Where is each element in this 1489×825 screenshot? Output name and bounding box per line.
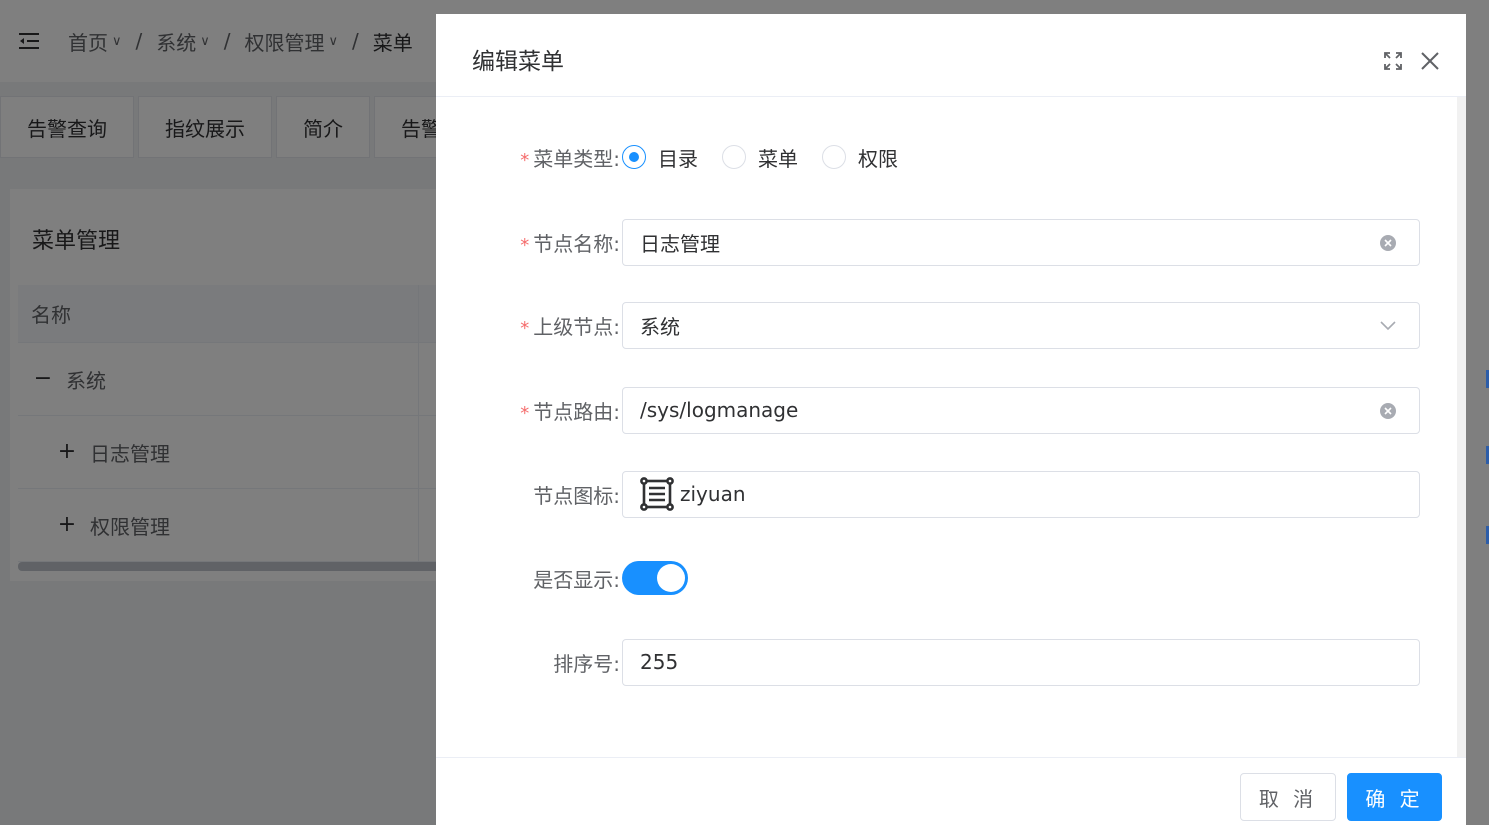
form-item-menu-type: * 菜单类型: 目录 菜单 权限 <box>436 133 1466 181</box>
required-mark: * <box>520 234 530 256</box>
node-name-value: 日志管理 <box>640 231 720 256</box>
radio-menu[interactable]: 菜单 <box>722 143 798 172</box>
form-item-node-icon: 节点图标: ziyuan <box>436 470 1466 518</box>
dialog-header: 编辑菜单 <box>436 14 1466 97</box>
form-item-node-name: * 节点名称: 日志管理 <box>436 218 1466 266</box>
ziyuan-icon <box>640 477 674 511</box>
node-icon-value: ziyuan <box>680 482 746 506</box>
menu-type-radio-group: 目录 菜单 权限 <box>622 133 922 181</box>
sort-order-value: 255 <box>640 650 679 674</box>
parent-node-label: * 上级节点: <box>520 314 620 339</box>
radio-unchecked-icon <box>722 145 746 169</box>
node-icon-picker[interactable]: ziyuan <box>622 470 1420 518</box>
parent-node-select[interactable]: 系统 <box>622 301 1420 349</box>
required-mark: * <box>520 149 530 171</box>
node-route-label: * 节点路由: <box>520 399 620 424</box>
form-item-sort-order: 排序号: 255 <box>436 638 1466 686</box>
menu-type-label: * 菜单类型: <box>520 146 620 171</box>
sort-order-input[interactable]: 255 <box>622 638 1420 686</box>
required-mark: * <box>520 317 530 339</box>
form-item-visible: 是否显示: <box>436 554 1466 602</box>
cancel-button[interactable]: 取 消 <box>1240 773 1336 821</box>
toggle-knob <box>657 564 685 592</box>
sort-order-label: 排序号: <box>553 651 620 676</box>
visible-label: 是否显示: <box>533 567 620 592</box>
edit-menu-dialog: 编辑菜单 * 菜单类型: 目录 菜单 权限 * 节点名称: 日志管理 * 上级节点: … <box>436 14 1466 825</box>
required-mark: * <box>520 402 530 424</box>
radio-checked-icon <box>622 145 646 169</box>
radio-permission[interactable]: 权限 <box>822 143 898 172</box>
node-route-value: /sys/logmanage <box>640 398 799 422</box>
form-item-node-route: * 节点路由: /sys/logmanage <box>436 386 1466 434</box>
dialog-scrollbar[interactable] <box>1457 97 1466 757</box>
radio-unchecked-icon <box>822 145 846 169</box>
dialog-title: 编辑菜单 <box>472 49 564 75</box>
dialog-footer: 取 消 确 定 <box>436 757 1466 825</box>
form-item-parent-node: * 上级节点: 系统 <box>436 301 1466 349</box>
node-route-input[interactable]: /sys/logmanage <box>622 386 1420 434</box>
background-page-edge <box>1466 14 1489 825</box>
clear-icon[interactable] <box>1379 402 1397 420</box>
node-name-input[interactable]: 日志管理 <box>622 218 1420 266</box>
close-icon[interactable] <box>1419 50 1441 72</box>
visible-toggle[interactable] <box>622 561 688 595</box>
fullscreen-icon[interactable] <box>1382 50 1404 72</box>
chevron-down-icon <box>1379 317 1397 335</box>
parent-node-value: 系统 <box>640 314 680 339</box>
node-icon-label: 节点图标: <box>533 483 620 508</box>
node-name-label: * 节点名称: <box>520 231 620 256</box>
confirm-button[interactable]: 确 定 <box>1347 773 1442 821</box>
radio-directory[interactable]: 目录 <box>622 143 698 172</box>
clear-icon[interactable] <box>1379 234 1397 252</box>
